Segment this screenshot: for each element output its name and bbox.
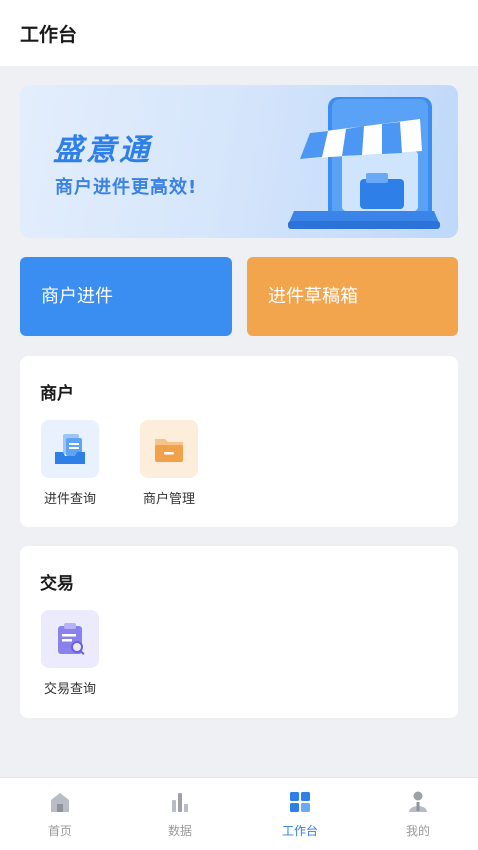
merchant-section-title: 商户 xyxy=(40,384,74,404)
top-bar: 工作台 xyxy=(0,0,478,66)
tab-data[interactable]: 数据 xyxy=(120,778,240,850)
tab-home[interactable]: 首页 xyxy=(0,778,120,850)
tab-label: 工作台 xyxy=(281,824,318,838)
tab-label: 首页 xyxy=(47,824,72,838)
trade-section-title: 交易 xyxy=(40,574,74,594)
merchant-onboarding-button[interactable]: 商户进件 xyxy=(20,257,232,336)
merchant-management-tile[interactable]: 商户管理 xyxy=(129,420,209,507)
tile-label: 商户管理 xyxy=(142,492,195,507)
onboarding-query-tile[interactable]: 进件查询 xyxy=(30,420,110,507)
promo-banner[interactable]: 盛意通 商户进件更高效! xyxy=(20,85,458,238)
home-icon xyxy=(51,793,69,812)
trade-query-tile[interactable]: 交易查询 xyxy=(30,610,110,697)
drafts-button[interactable]: 进件草稿箱 xyxy=(247,257,458,336)
merchant-card: 商户 进件查询 商户管理 xyxy=(20,356,458,527)
grid-icon xyxy=(290,792,310,812)
banner-brand: 盛意通 xyxy=(53,133,152,168)
bottom-tab-bar: 首页 数据 工作台 我的 xyxy=(0,777,478,850)
storefront-icon xyxy=(288,97,440,229)
bar-chart-icon xyxy=(172,793,188,812)
page-title: 工作台 xyxy=(20,24,78,46)
folder-icon xyxy=(140,420,198,478)
tile-label: 交易查询 xyxy=(43,682,96,697)
tile-label: 进件查询 xyxy=(43,492,96,507)
banner-slogan: 商户进件更高效! xyxy=(55,177,198,198)
inbox-doc-icon xyxy=(41,420,99,478)
tab-mine[interactable]: 我的 xyxy=(358,778,478,850)
tab-label: 数据 xyxy=(167,824,192,838)
clipboard-search-icon xyxy=(41,610,99,668)
tab-workbench[interactable]: 工作台 xyxy=(240,778,360,850)
trade-card: 交易 交易查询 xyxy=(20,546,458,718)
user-icon xyxy=(409,791,427,812)
tab-label: 我的 xyxy=(405,824,430,838)
